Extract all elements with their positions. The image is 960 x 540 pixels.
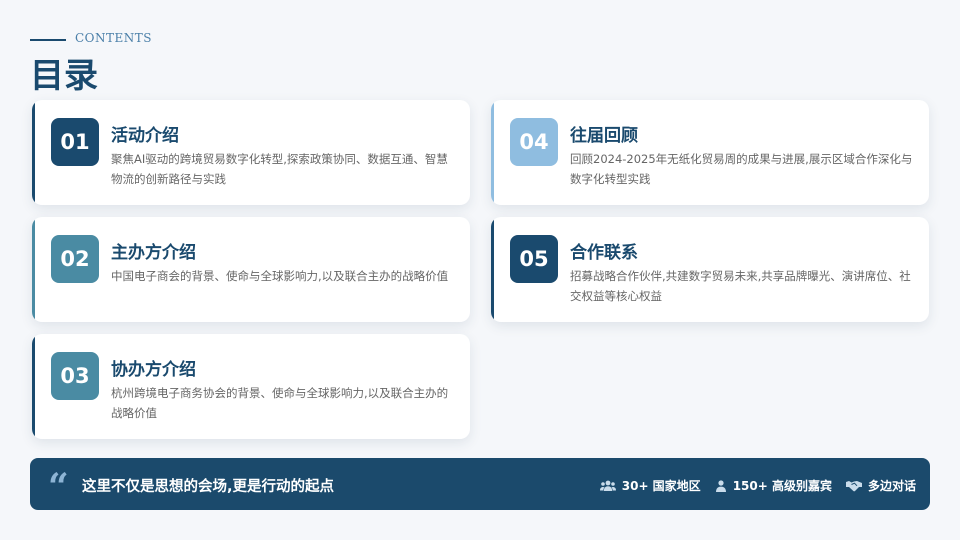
card-accent <box>32 334 35 439</box>
contents-rule <box>30 39 66 41</box>
quote-icon: “ <box>48 466 69 508</box>
stat-dialogue: 多边对话 <box>845 477 916 494</box>
card-number-badge: 01 <box>51 118 99 166</box>
person-icon <box>715 479 726 492</box>
card-title: 主办方介绍 <box>111 243 196 263</box>
card-number-badge: 04 <box>510 118 558 166</box>
stat-guests: 150+ 高级别嘉宾 <box>715 477 832 494</box>
card-title: 活动介绍 <box>111 126 179 146</box>
card-title: 协办方介绍 <box>111 360 196 380</box>
card-title: 合作联系 <box>570 243 638 263</box>
banner-quote: 这里不仅是思想的会场,更是行动的起点 <box>82 479 335 495</box>
card-accent <box>32 217 35 322</box>
stat-countries: 30+ 国家地区 <box>599 477 701 494</box>
page-title: 目录 <box>30 56 98 96</box>
stat-text: 150+ 高级别嘉宾 <box>732 479 832 493</box>
card-number-badge: 02 <box>51 235 99 283</box>
card-2: 02 主办方介绍 中国电子商会的背景、使命与全球影响力,以及联合主办的战略价值 <box>32 217 470 322</box>
card-description: 杭州跨境电子商务协会的背景、使命与全球影响力,以及联合主办的战略价值 <box>111 386 449 420</box>
handshake-icon <box>845 480 862 491</box>
stat-text: 多边对话 <box>867 479 916 493</box>
contents-label: CONTENTS <box>75 31 153 45</box>
card-1: 01 活动介绍 聚焦AI驱动的跨境贸易数字化转型,探索政策协同、数据互通、智慧物… <box>32 100 470 205</box>
card-title: 往届回顾 <box>570 126 638 146</box>
card-number-badge: 05 <box>510 235 558 283</box>
card-accent <box>491 217 494 322</box>
card-description: 招募战略合作伙伴,共建数字贸易未来,共享品牌曝光、演讲席位、社交权益等核心权益 <box>570 269 911 303</box>
card-3: 03 协办方介绍 杭州跨境电子商务协会的背景、使命与全球影响力,以及联合主办的战… <box>32 334 470 439</box>
card-description: 中国电子商会的背景、使命与全球影响力,以及联合主办的战略价值 <box>111 269 449 283</box>
stat-text: 30+ 国家地区 <box>621 479 701 493</box>
card-4: 04 往届回顾 回顾2024-2025年无纸化贸易周的成果与进展,展示区域合作深… <box>491 100 929 205</box>
users-icon <box>599 480 616 491</box>
card-description: 回顾2024-2025年无纸化贸易周的成果与进展,展示区域合作深化与数字化转型实… <box>570 152 913 186</box>
card-description: 聚焦AI驱动的跨境贸易数字化转型,探索政策协同、数据互通、智慧物流的创新路径与实… <box>111 152 448 186</box>
card-number-badge: 03 <box>51 352 99 400</box>
card-5: 05 合作联系 招募战略合作伙伴,共建数字贸易未来,共享品牌曝光、演讲席位、社交… <box>491 217 929 322</box>
card-accent <box>491 100 494 205</box>
banner-stats: 30+ 国家地区 150+ 高级别嘉宾 多边对话 <box>599 477 916 494</box>
quote-banner: “ 这里不仅是思想的会场,更是行动的起点 30+ 国家地区 150+ 高级别嘉宾 <box>30 458 930 510</box>
card-accent <box>32 100 35 205</box>
